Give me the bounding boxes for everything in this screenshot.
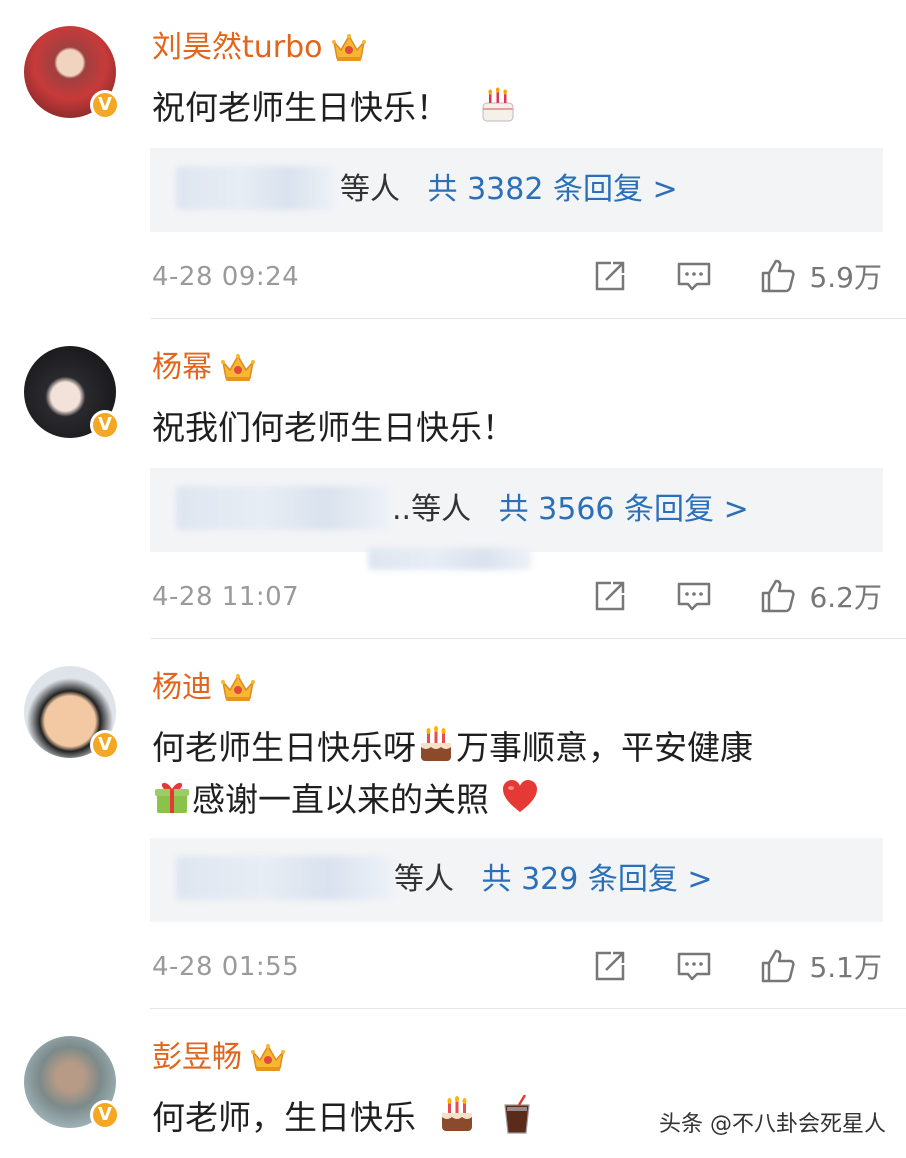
crown-icon [250, 1042, 286, 1074]
thumbs-up-icon[interactable] [759, 257, 797, 295]
comment-icon[interactable] [675, 577, 713, 615]
comment-text-part: 万事顺意，平安健康 [456, 728, 753, 767]
reply-suffix: 等人 [340, 172, 400, 207]
crown-icon [331, 32, 367, 64]
birthday-cake-icon [478, 85, 518, 125]
reply-suffix: 等人 [394, 862, 454, 897]
crown-icon [220, 672, 256, 704]
comment-actions: 5.1万 [591, 946, 882, 986]
share-icon[interactable] [591, 947, 629, 985]
verified-v-badge-icon: V [90, 90, 120, 120]
avatar[interactable]: V [24, 26, 120, 120]
reply-summary-box[interactable]: 等人 共 329 条回复 > [150, 838, 883, 922]
reply-count-link[interactable]: 共 3566 条回复 > [499, 492, 749, 527]
thumbs-up-icon[interactable] [759, 947, 797, 985]
comment-icon[interactable] [675, 947, 713, 985]
comment-card: V 杨幂 祝我们何老师生日快乐！ ..等人 共 3566 条回复 > 4-28 … [0, 320, 906, 639]
reply-summary-box[interactable]: ..等人 共 3566 条回复 > [150, 468, 883, 552]
avatar[interactable]: V [24, 346, 120, 440]
comment-actions: 6.2万 [591, 576, 882, 616]
birthday-cake-icon [437, 1095, 477, 1135]
cola-drink-icon [497, 1095, 537, 1135]
comment-card: V 刘昊然turbo 祝何老师生日快乐！ 等人 共 3382 条回复 > 4-2… [0, 0, 906, 319]
like-count: 6.2万 [809, 581, 882, 614]
share-icon[interactable] [591, 257, 629, 295]
avatar[interactable]: V [24, 1036, 120, 1130]
comment-icon[interactable] [675, 257, 713, 295]
reply-count-link[interactable]: 共 3382 条回复 > [428, 172, 678, 207]
reply-suffix: ..等人 [392, 492, 472, 527]
thumbs-up-icon[interactable] [759, 577, 797, 615]
comment-text: 何老师生日快乐呀 万事顺意，平安健康 感谢一直以来的关照 [152, 722, 872, 826]
comment-time: 4-28 01:55 [152, 952, 300, 982]
like-count: 5.9万 [809, 261, 882, 294]
comment-text: 祝何老师生日快乐！ [152, 82, 872, 134]
crown-icon [220, 352, 256, 384]
share-icon[interactable] [591, 577, 629, 615]
verified-v-badge-icon: V [90, 410, 120, 440]
reply-summary-box[interactable]: 等人 共 3382 条回复 > [150, 148, 883, 232]
verified-v-badge-icon: V [90, 730, 120, 760]
username: 杨迪 [152, 670, 212, 705]
username: 刘昊然turbo [152, 30, 323, 65]
username-link[interactable]: 彭昱畅 [152, 1038, 286, 1078]
username-link[interactable]: 刘昊然turbo [152, 28, 367, 68]
comment-time: 4-28 11:07 [152, 582, 300, 612]
username-link[interactable]: 杨迪 [152, 668, 256, 708]
blurred-replier-names [176, 486, 390, 530]
blurred-replier-names [176, 166, 336, 210]
blurred-overlay [368, 548, 532, 570]
avatar[interactable]: V [24, 666, 120, 760]
comment-actions: 5.9万 [591, 256, 882, 296]
verified-v-badge-icon: V [90, 1100, 120, 1130]
username: 杨幂 [152, 350, 212, 385]
username: 彭昱畅 [152, 1040, 242, 1075]
reply-count-link[interactable]: 共 329 条回复 > [482, 862, 713, 897]
birthday-cake-icon [416, 725, 456, 765]
comment-text-part: 祝我们何老师生日快乐！ [152, 408, 515, 447]
comment-text-part: 祝何老师生日快乐！ [152, 88, 449, 127]
gift-icon [152, 777, 192, 817]
comment-text: 祝我们何老师生日快乐！ [152, 402, 872, 454]
blurred-replier-names [176, 856, 394, 900]
username-link[interactable]: 杨幂 [152, 348, 256, 388]
like-count: 5.1万 [809, 951, 882, 984]
comment-text-part: 何老师生日快乐呀 [152, 728, 416, 767]
watermark: 头条 @不八卦会死星人 [659, 1112, 886, 1137]
comment-text-part: 何老师，生日快乐 [152, 1098, 416, 1137]
divider [150, 638, 906, 639]
red-heart-icon [500, 777, 540, 817]
comment-text-part: 感谢一直以来的关照 [192, 780, 489, 819]
comment-card: V 杨迪 何老师生日快乐呀 万事顺意，平安健康 感谢一直以来的关照 等人 共 32… [0, 640, 906, 1009]
divider [150, 1008, 906, 1009]
divider [150, 318, 906, 319]
comment-time: 4-28 09:24 [152, 262, 300, 292]
